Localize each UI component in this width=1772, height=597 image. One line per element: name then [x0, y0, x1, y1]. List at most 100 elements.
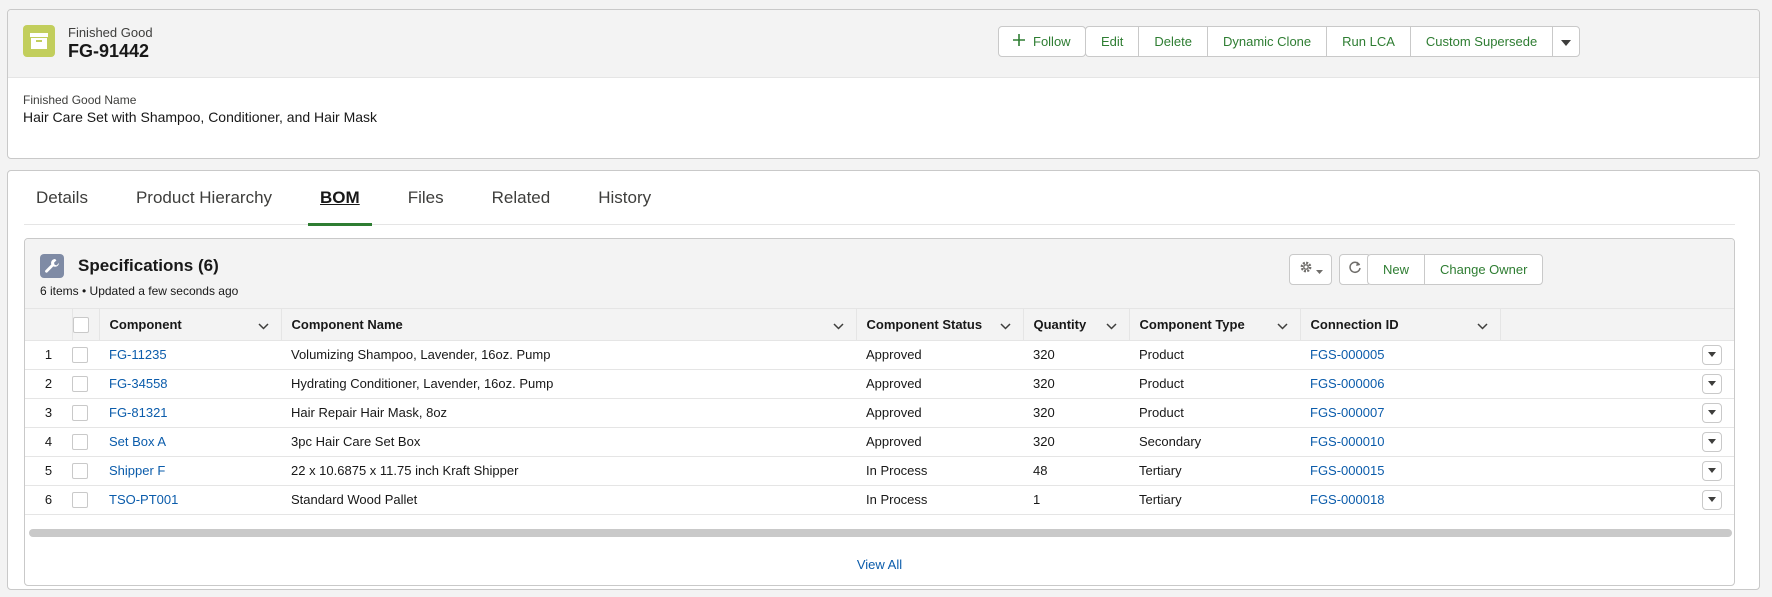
component-type-cell: Product: [1139, 347, 1184, 362]
component-link[interactable]: FG-81321: [109, 405, 168, 420]
finished-good-name-label: Finished Good Name: [23, 93, 137, 107]
caret-down-icon: [1561, 34, 1572, 49]
select-all-checkbox[interactable]: [72, 316, 89, 333]
related-list-meta: 6 items • Updated a few seconds ago: [40, 284, 239, 298]
column-header-connection-id[interactable]: Connection ID: [1300, 309, 1501, 341]
row-number: 5: [44, 463, 53, 478]
delete-button[interactable]: Delete: [1138, 26, 1207, 57]
row-actions-cell: [1500, 485, 1734, 514]
row-actions-button[interactable]: [1702, 344, 1722, 365]
column-header-component-name[interactable]: Component Name: [281, 309, 857, 341]
new-button[interactable]: New: [1367, 254, 1425, 285]
row-checkbox[interactable]: [72, 491, 88, 508]
record-header-top: Finished Good FG-91442 Follow Edit Delet…: [8, 10, 1759, 78]
component-link[interactable]: Set Box A: [109, 434, 166, 449]
row-actions-cell: [1500, 427, 1734, 456]
row-actions-button[interactable]: [1702, 373, 1722, 394]
chevron-down-icon[interactable]: [1276, 318, 1288, 333]
component-link[interactable]: FG-34558: [109, 376, 168, 391]
view-all-link[interactable]: View All: [857, 557, 902, 572]
component-name-cell: Hydrating Conditioner, Lavender, 16oz. P…: [291, 376, 554, 391]
row-actions-button[interactable]: [1702, 489, 1722, 510]
related-list-title: Specifications (6): [78, 256, 219, 275]
connection-id-link[interactable]: FGS-000010: [1310, 434, 1384, 449]
column-header-quantity[interactable]: Quantity: [1023, 309, 1130, 341]
change-owner-button[interactable]: Change Owner: [1424, 254, 1544, 285]
row-number: 2: [44, 376, 53, 391]
row-checkbox[interactable]: [72, 346, 88, 363]
connection-id-link[interactable]: FGS-000006: [1310, 376, 1384, 391]
connection-id-cell: FGS-000010: [1300, 427, 1500, 456]
chevron-down-icon[interactable]: [832, 318, 844, 333]
component-type-cell: Secondary: [1139, 434, 1202, 449]
column-header-component-type[interactable]: Component Type: [1129, 309, 1301, 341]
chevron-down-icon[interactable]: [1476, 318, 1488, 333]
follow-button[interactable]: Follow: [998, 26, 1086, 57]
component-cell: FG-34558: [99, 369, 281, 398]
list-actions: New Change Owner: [1367, 254, 1544, 285]
connection-id-cell: FGS-000015: [1300, 456, 1500, 485]
tab-bom[interactable]: BOM: [308, 171, 372, 226]
row-actions-cell: [1500, 398, 1734, 427]
row-actions-cell: [1500, 340, 1734, 369]
quantity-cell: 320: [1033, 347, 1055, 362]
column-header-component-status[interactable]: Component Status: [856, 309, 1024, 341]
component-link[interactable]: FG-11235: [109, 347, 167, 362]
column-label: Quantity: [1033, 316, 1087, 332]
connection-id-link[interactable]: FGS-000018: [1310, 492, 1384, 507]
select-all-header: [72, 309, 100, 341]
dynamic-clone-button[interactable]: Dynamic Clone: [1206, 26, 1327, 57]
row-actions-button[interactable]: [1702, 431, 1722, 452]
row-actions-cell: [1500, 369, 1734, 398]
column-label: Component Type: [1139, 316, 1245, 332]
chevron-down-icon[interactable]: [999, 318, 1011, 333]
row-actions-cell: [1500, 456, 1734, 485]
component-name-cell: Standard Wood Pallet: [291, 492, 418, 507]
component-name-cell: 3pc Hair Care Set Box: [291, 434, 421, 449]
chevron-down-icon[interactable]: [257, 318, 269, 333]
connection-id-link[interactable]: FGS-000015: [1310, 463, 1384, 478]
row-select-cell: [72, 398, 99, 427]
tab-history[interactable]: History: [586, 171, 663, 225]
connection-id-link[interactable]: FGS-000005: [1310, 347, 1384, 362]
edit-button[interactable]: Edit: [1085, 26, 1139, 57]
custom-supersede-button[interactable]: Custom Supersede: [1409, 26, 1553, 57]
related-list-header: Specifications (6) 6 items • Updated a f…: [25, 239, 1734, 309]
column-label: Component Status: [866, 316, 983, 332]
component-link[interactable]: Shipper F: [109, 463, 165, 478]
row-checkbox[interactable]: [72, 375, 88, 392]
chevron-down-icon[interactable]: [1105, 318, 1117, 333]
more-actions-button[interactable]: [1552, 26, 1581, 57]
caret-down-icon: [1708, 468, 1716, 473]
component-status-cell: Approved: [866, 347, 922, 362]
table-row: 6 TSO-PT001 Standard Wood Pallet In Proc…: [25, 485, 1734, 514]
row-select-cell: [72, 427, 99, 456]
specifications-related-list: Specifications (6) 6 items • Updated a f…: [24, 238, 1735, 586]
caret-down-icon: [1708, 497, 1716, 502]
tab-details[interactable]: Details: [24, 171, 100, 225]
row-actions-button[interactable]: [1702, 460, 1722, 481]
table-row: 2 FG-34558 Hydrating Conditioner, Lavend…: [25, 369, 1734, 398]
component-status-cell: Approved: [866, 405, 922, 420]
tab-files[interactable]: Files: [396, 171, 456, 225]
component-status-cell: Approved: [866, 376, 922, 391]
tab-related[interactable]: Related: [480, 171, 563, 225]
row-actions-button[interactable]: [1702, 402, 1722, 423]
caret-down-icon: [1708, 352, 1716, 357]
record-title: FG-91442: [68, 41, 150, 61]
record-header: Finished Good FG-91442 Follow Edit Delet…: [7, 9, 1760, 159]
row-checkbox[interactable]: [72, 404, 88, 421]
list-settings-button[interactable]: [1289, 254, 1332, 285]
component-cell: Shipper F: [99, 456, 281, 485]
row-checkbox[interactable]: [72, 433, 88, 450]
component-type-cell: Product: [1139, 376, 1184, 391]
row-checkbox[interactable]: [72, 462, 88, 479]
tab-product-hierarchy[interactable]: Product Hierarchy: [124, 171, 284, 225]
main-card: Details Product Hierarchy BOM Files Rela…: [7, 170, 1760, 590]
horizontal-scrollbar[interactable]: [29, 529, 1732, 537]
run-lca-button[interactable]: Run LCA: [1326, 26, 1410, 57]
column-header-component[interactable]: Component: [99, 309, 282, 341]
caret-down-icon: [1708, 381, 1716, 386]
component-link[interactable]: TSO-PT001: [109, 492, 178, 507]
connection-id-link[interactable]: FGS-000007: [1310, 405, 1384, 420]
